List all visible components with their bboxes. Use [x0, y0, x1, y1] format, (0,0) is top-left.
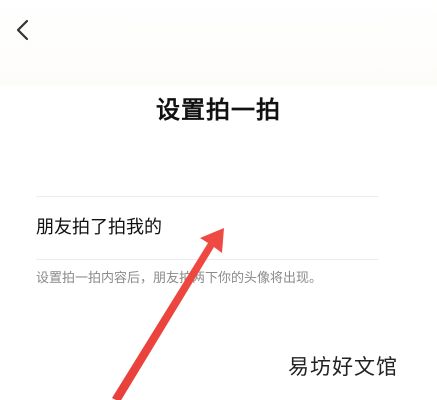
chevron-left-icon	[16, 19, 29, 41]
back-button[interactable]	[12, 16, 36, 44]
watermark-text: 易坊好文馆	[288, 355, 398, 379]
page-title: 设置拍一拍	[156, 96, 281, 124]
pat-text-value: 朋友拍了拍我的	[36, 217, 162, 238]
settings-screen: 设置拍一拍 朋友拍了拍我的 设置拍一拍内容后，朋友拍两下你的头像将出现。 易坊好…	[0, 0, 437, 400]
top-bar	[0, 0, 437, 86]
pat-text-input[interactable]: 朋友拍了拍我的	[36, 197, 378, 259]
hint-text: 设置拍一拍内容后，朋友拍两下你的头像将出现。	[36, 271, 323, 286]
divider-bottom	[36, 259, 378, 260]
